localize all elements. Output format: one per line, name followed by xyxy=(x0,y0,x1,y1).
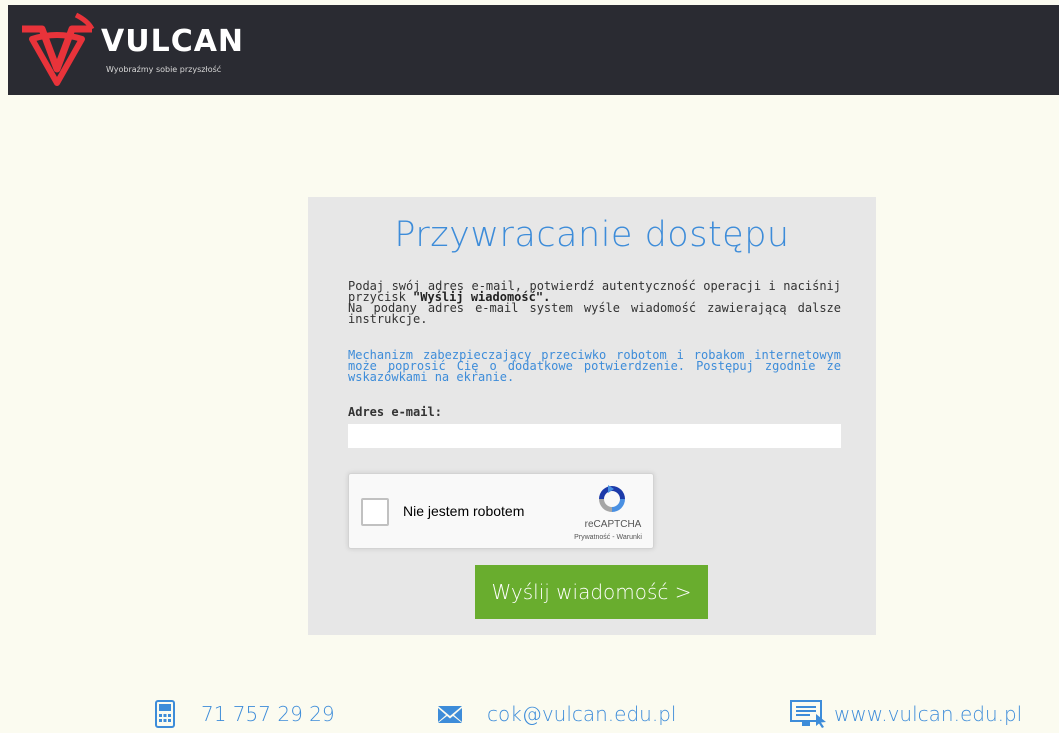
instructions-text: Podaj swój adres e-mail, potwierdź auten… xyxy=(348,280,841,326)
recaptcha-links: Prywatność - Warunki xyxy=(563,534,653,541)
recaptcha-icon xyxy=(599,485,625,512)
page-title: Przywracanie dostępu xyxy=(394,215,790,255)
access-recovery-card: Przywracanie dostępu Podaj swój adres e-… xyxy=(308,197,876,635)
recaptcha-checkbox[interactable] xyxy=(361,498,389,526)
mail-icon xyxy=(438,706,462,723)
email-input[interactable] xyxy=(348,424,841,448)
terms-link[interactable]: Warunki xyxy=(617,534,642,541)
phone-icon xyxy=(155,700,175,728)
robot-notice: Mechanizm zabezpieczający przeciwko robo… xyxy=(348,348,841,384)
privacy-link[interactable]: Prywatność xyxy=(574,534,610,541)
footer-phone: 71 757 29 29 xyxy=(153,698,335,730)
vulcan-logo-icon xyxy=(22,12,95,86)
footer-website-text[interactable]: www.vulcan.edu.pl xyxy=(834,702,1022,726)
send-message-button[interactable]: Wyślij wiadomość > xyxy=(475,565,708,619)
footer-email-text[interactable]: cok@vulcan.edu.pl xyxy=(487,702,676,726)
monitor-icon xyxy=(790,700,826,728)
recaptcha-brand: reCAPTCHA xyxy=(584,519,642,530)
email-label: Adres e-mail: xyxy=(348,405,442,419)
footer-website: www.vulcan.edu.pl xyxy=(790,698,1022,730)
footer-phone-text: 71 757 29 29 xyxy=(201,702,335,726)
recaptcha-label: Nie jestem robotem xyxy=(403,503,525,519)
brand-tagline: Wyobraźmy sobie przyszłość xyxy=(106,65,222,74)
recaptcha-widget: Nie jestem robotem reCAPTCHA Prywatność … xyxy=(348,473,654,549)
header: VULCAN Wyobraźmy sobie przyszłość xyxy=(8,5,1059,95)
intro-text-2: Na podany adres e-mail system wyśle wiad… xyxy=(348,301,841,326)
footer-email: cok@vulcan.edu.pl xyxy=(437,698,676,730)
brand-name: VULCAN xyxy=(101,24,245,59)
